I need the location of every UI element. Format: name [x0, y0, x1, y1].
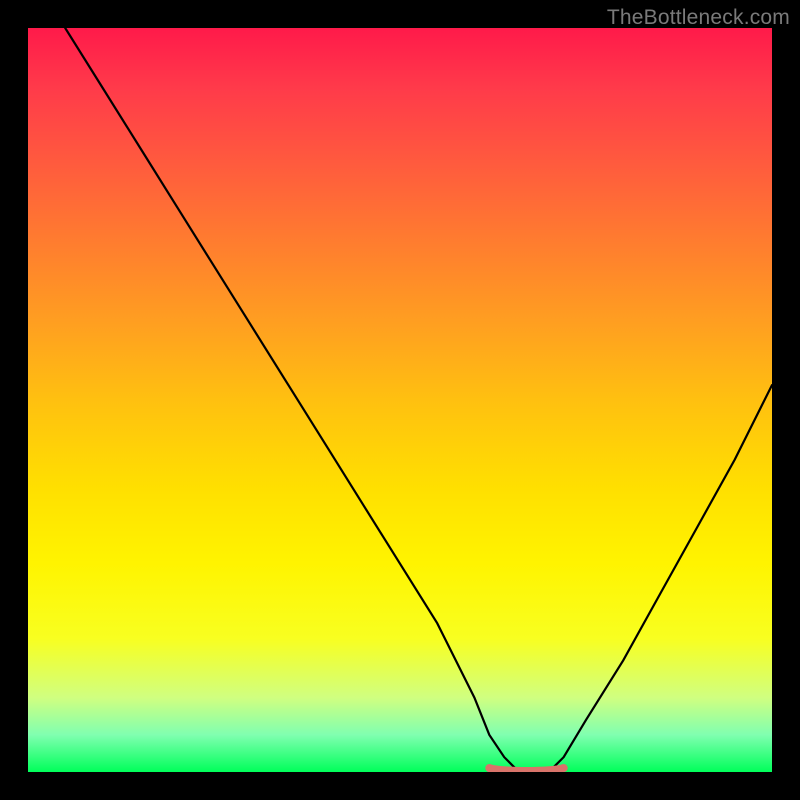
watermark-text: TheBottleneck.com — [607, 6, 790, 30]
main-curve-path — [65, 28, 772, 772]
bottom-highlight-segment — [489, 768, 563, 771]
chart-container: TheBottleneck.com — [0, 0, 800, 800]
plot-area — [28, 28, 772, 772]
curve-svg — [28, 28, 772, 772]
